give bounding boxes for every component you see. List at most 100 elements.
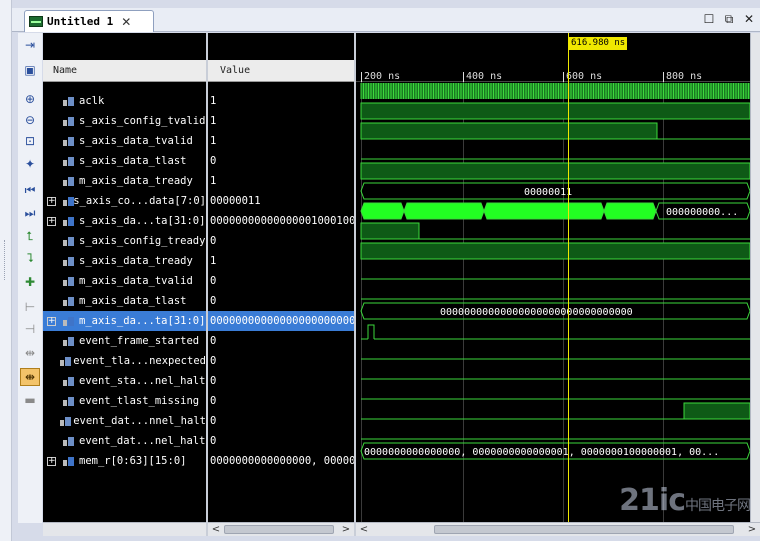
signal-row[interactable]: s_axis_data_tvalid bbox=[43, 131, 206, 151]
signal-row[interactable]: event_dat...nnel_halt bbox=[43, 411, 206, 431]
signal-value: 00000000000000000000000000 bbox=[208, 311, 354, 331]
zoom-fit-icon[interactable]: ⇥ bbox=[20, 36, 40, 54]
signal-name: m_axis_data_tready bbox=[79, 175, 193, 187]
waveform-area[interactable]: 200 ns 400 ns 600 ns 800 ns 00000011 0000… bbox=[356, 33, 760, 536]
goto-start-icon[interactable]: ⏮ bbox=[20, 181, 40, 199]
left-edge bbox=[0, 0, 12, 541]
signal-icon bbox=[60, 356, 72, 366]
snap-to-transition-icon[interactable]: ⇼ bbox=[20, 368, 40, 386]
signal-row[interactable]: event_dat...nel_halt bbox=[43, 431, 206, 451]
ruler-tick bbox=[563, 72, 564, 82]
signal-value: 0 bbox=[210, 295, 217, 307]
wave-scroll-thumb[interactable] bbox=[434, 525, 734, 534]
signal-row[interactable]: + s_axis_da...ta[31:0] bbox=[43, 211, 206, 231]
expand-icon[interactable]: + bbox=[47, 316, 56, 326]
signal-row[interactable]: + mem_r[0:63][15:0] bbox=[43, 451, 206, 471]
close-icon[interactable]: ✕ bbox=[121, 15, 131, 29]
bus-signal-icon bbox=[63, 316, 75, 326]
wave-vscroll[interactable] bbox=[750, 33, 760, 522]
signal-value: 0 bbox=[210, 435, 217, 447]
scroll-right-icon[interactable]: > bbox=[746, 523, 758, 536]
next-transition-icon[interactable]: ⮧ bbox=[20, 249, 40, 267]
save-icon[interactable]: ▣ bbox=[20, 61, 40, 79]
signal-value: 0000000000000000, 000000000 bbox=[210, 455, 354, 467]
signal-name: s_axis_data_tlast bbox=[79, 155, 187, 167]
watermark-logo: 21ic中国电子网 bbox=[619, 483, 751, 518]
waveform-panel: Name aclk s_axis_config_tvalid s_axis_data… bbox=[43, 33, 760, 536]
signal-row[interactable]: + s_axis_co...data[7:0] bbox=[43, 191, 206, 211]
signal-row[interactable]: s_axis_data_tlast bbox=[43, 151, 206, 171]
close-window-icon[interactable]: ✕ bbox=[742, 12, 756, 27]
floating-ruler-icon[interactable]: ▬ bbox=[20, 391, 40, 409]
window-controls: ☐ ⧉ ✕ bbox=[702, 12, 756, 27]
expand-icon[interactable]: + bbox=[47, 196, 56, 206]
maximize-icon[interactable]: ⧉ bbox=[722, 12, 736, 27]
time-ruler[interactable]: 200 ns 400 ns 600 ns 800 ns bbox=[356, 60, 760, 82]
zoom-in-icon[interactable]: ⊕ bbox=[20, 90, 40, 108]
signal-value: 0 bbox=[210, 415, 217, 427]
signal-row[interactable]: event_tlast_missing bbox=[43, 391, 206, 411]
previous-transition-icon[interactable]: ⮤ bbox=[20, 227, 40, 245]
time-cursor[interactable] bbox=[568, 33, 569, 536]
values-scroll-thumb[interactable] bbox=[224, 525, 334, 534]
expand-icon[interactable]: + bbox=[47, 216, 56, 226]
previous-marker-icon[interactable]: ⊢ bbox=[20, 298, 40, 316]
resize-grip[interactable] bbox=[4, 240, 7, 280]
signal-name: s_axis_config_tvalid bbox=[79, 115, 206, 127]
signal-row[interactable]: s_axis_config_tready bbox=[43, 231, 206, 251]
signal-row[interactable]: aclk bbox=[43, 91, 206, 111]
names-hscroll[interactable] bbox=[43, 522, 206, 536]
goto-end-icon[interactable]: ⏭ bbox=[20, 204, 40, 222]
signal-icon bbox=[63, 376, 75, 386]
signal-row[interactable]: m_axis_data_tlast bbox=[43, 291, 206, 311]
swap-cursors-icon[interactable]: ⇹ bbox=[20, 344, 40, 362]
signal-value: 0 bbox=[210, 235, 217, 247]
signal-name: m_axis_data_tvalid bbox=[79, 275, 193, 287]
signal-row[interactable]: m_axis_data_tvalid bbox=[43, 271, 206, 291]
signal-row[interactable]: event_frame_started bbox=[43, 331, 206, 351]
bus-segment bbox=[483, 202, 605, 220]
tab-untitled-1[interactable]: Untitled 1 ✕ bbox=[24, 10, 154, 32]
signal-row[interactable]: s_axis_config_tvalid bbox=[43, 111, 206, 131]
waveform-toolbar: ⇥ ▣ ⊕ ⊖ ⊡ ✦ ⏮ ⏭ ⮤ ⮧ ✚ ⊢ ⊣ ⇹ ⇼ ▬ bbox=[18, 33, 42, 523]
signal-name: event_sta...nel_halt bbox=[79, 375, 206, 387]
high-level bbox=[683, 402, 750, 420]
value-column-header[interactable]: Value bbox=[208, 60, 354, 82]
scroll-right-icon[interactable]: > bbox=[340, 523, 352, 536]
signal-row[interactable]: m_axis_data_tready bbox=[43, 171, 206, 191]
waveform-icon bbox=[29, 16, 43, 27]
signal-value: 1 bbox=[210, 255, 217, 267]
ruler-tick bbox=[361, 72, 362, 82]
scroll-left-icon[interactable]: < bbox=[210, 523, 222, 536]
restore-icon[interactable]: ☐ bbox=[702, 12, 716, 27]
tab-bar: Untitled 1 ✕ ☐ ⧉ ✕ bbox=[12, 8, 760, 32]
zoom-out-icon[interactable]: ⊖ bbox=[20, 111, 40, 129]
bus-segment bbox=[403, 202, 485, 220]
signal-row[interactable]: s_axis_data_tready bbox=[43, 251, 206, 271]
next-marker-icon[interactable]: ⊣ bbox=[20, 320, 40, 338]
wave-hscroll[interactable]: < > bbox=[356, 522, 760, 536]
waveform-window: Untitled 1 ✕ ☐ ⧉ ✕ ⇥ ▣ ⊕ ⊖ ⊡ ✦ ⏮ ⏭ ⮤ ⮧ ✚… bbox=[0, 0, 760, 541]
signal-name: m_axis_data_tlast bbox=[79, 295, 187, 307]
signal-row[interactable]: event_sta...nel_halt bbox=[43, 371, 206, 391]
add-marker-icon[interactable]: ✚ bbox=[20, 273, 40, 291]
cursor-to-zero-icon[interactable]: ✦ bbox=[20, 155, 40, 173]
tab-label: Untitled 1 bbox=[47, 15, 114, 28]
zoom-full-icon[interactable]: ⊡ bbox=[20, 132, 40, 150]
signal-value: 00000011 bbox=[210, 195, 261, 207]
signal-name: s_axis_data_tvalid bbox=[79, 135, 193, 147]
ruler-label-200: 200 ns bbox=[364, 71, 401, 82]
signal-name: event_tlast_missing bbox=[79, 395, 200, 407]
expand-icon[interactable]: + bbox=[47, 456, 56, 466]
bus-value-label: 00000011 bbox=[524, 187, 572, 198]
high-level bbox=[360, 222, 420, 240]
signal-name-column: Name aclk s_axis_config_tvalid s_axis_data… bbox=[43, 33, 208, 536]
signal-row[interactable]: + m_axis_da...ta[31:0] bbox=[43, 311, 206, 331]
name-column-header[interactable]: Name bbox=[43, 60, 206, 82]
values-hscroll[interactable]: < > bbox=[208, 522, 354, 536]
signal-icon bbox=[63, 276, 75, 286]
signal-name: aclk bbox=[79, 95, 105, 107]
bus-signal-icon bbox=[63, 216, 75, 226]
scroll-left-icon[interactable]: < bbox=[358, 523, 370, 536]
signal-row[interactable]: event_tla...nexpected bbox=[43, 351, 206, 371]
